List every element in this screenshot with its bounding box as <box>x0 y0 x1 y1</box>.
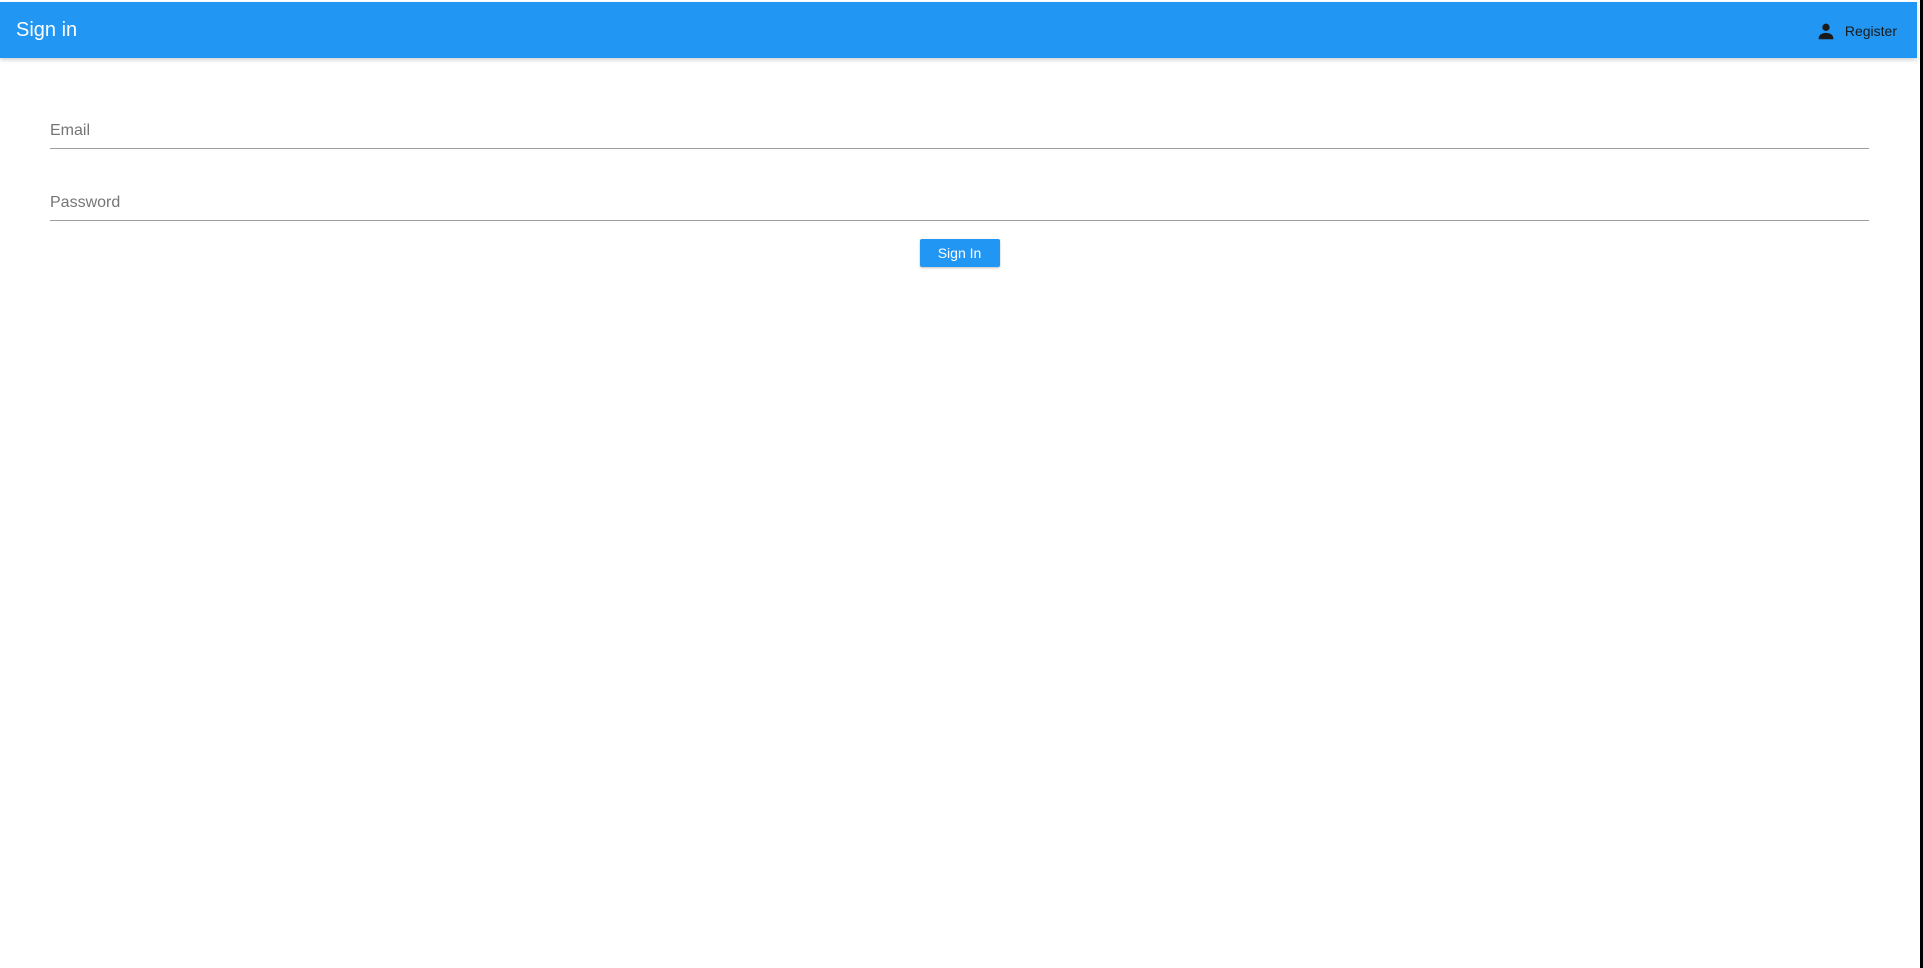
app-viewport: Sign in Register Sign In <box>0 0 1920 968</box>
app-bar: Sign in Register <box>0 2 1917 58</box>
register-label: Register <box>1844 23 1897 39</box>
sign-in-button[interactable]: Sign In <box>919 239 1000 267</box>
email-field-container <box>50 100 1869 149</box>
submit-row: Sign In <box>50 239 1869 267</box>
password-field-container <box>50 172 1869 221</box>
person-icon <box>1815 20 1837 42</box>
page-title: Sign in <box>16 19 78 41</box>
register-button[interactable]: Register <box>1811 16 1901 46</box>
email-field[interactable] <box>50 122 1869 140</box>
password-field[interactable] <box>50 194 1869 212</box>
sign-in-form: Sign In <box>50 100 1869 267</box>
